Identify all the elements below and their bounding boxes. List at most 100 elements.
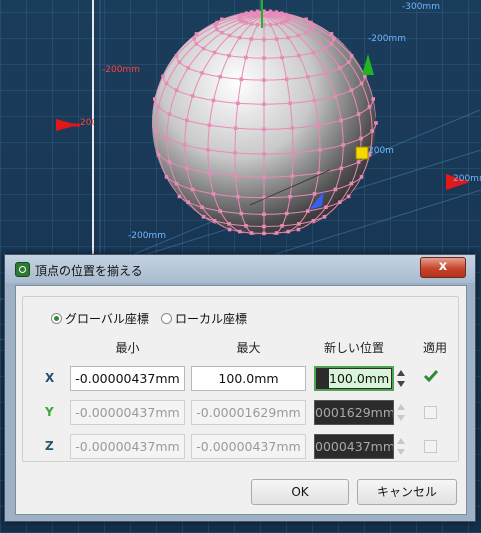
cancel-button[interactable]: キャンセル bbox=[357, 479, 457, 505]
ruler-label: -200mm bbox=[128, 231, 166, 241]
mesh-vertex bbox=[165, 136, 169, 141]
mesh-vertex bbox=[316, 123, 321, 127]
column-header-apply: 適用 bbox=[422, 341, 447, 355]
local-coordinates-radio[interactable]: ローカル座標 bbox=[161, 310, 247, 326]
mesh-vertex bbox=[156, 105, 161, 109]
mesh-vertex bbox=[322, 215, 327, 219]
mesh-vertex bbox=[338, 200, 342, 204]
mesh-vertex bbox=[297, 53, 301, 58]
mesh-vertex bbox=[156, 153, 161, 157]
mesh-vertex bbox=[274, 22, 279, 26]
mesh-vertex bbox=[174, 88, 179, 92]
mesh-vertex bbox=[306, 75, 310, 79]
transform-handle-icon[interactable] bbox=[355, 146, 369, 160]
mesh-vertex bbox=[185, 118, 189, 123]
mesh-vertex bbox=[183, 143, 187, 147]
mesh-vertex bbox=[236, 101, 240, 105]
x-axis-arrow-icon bbox=[56, 119, 78, 131]
mesh-vertex bbox=[310, 24, 315, 28]
mesh-vertex bbox=[374, 121, 378, 125]
mesh-vertex bbox=[201, 46, 206, 51]
mesh-vertex bbox=[322, 46, 327, 51]
mesh-vertex bbox=[244, 21, 249, 25]
new-position-x-value: 100.0mm bbox=[329, 369, 391, 388]
max-x-field[interactable]: 100.0mm bbox=[191, 366, 306, 391]
ruler-label: -200mm bbox=[368, 34, 406, 44]
ruler-label: 200mm bbox=[453, 174, 481, 184]
mesh-vertex bbox=[339, 118, 343, 123]
mesh-vertex bbox=[233, 174, 238, 178]
mesh-vertex bbox=[262, 212, 266, 217]
column-header-min: 最小 bbox=[115, 341, 140, 355]
mesh-vertex bbox=[213, 24, 218, 28]
mesh-vertex bbox=[312, 98, 317, 103]
mesh-vertex bbox=[297, 222, 301, 226]
mesh-vertex bbox=[332, 37, 336, 41]
mesh-vertex bbox=[286, 229, 291, 234]
local-coordinates-label: ローカル座標 bbox=[175, 311, 248, 326]
mesh-vertex bbox=[274, 231, 279, 235]
mesh-vertex bbox=[296, 227, 301, 232]
apply-x-checkbox[interactable] bbox=[423, 370, 439, 385]
mesh-vertex bbox=[274, 37, 279, 41]
mesh-vertex bbox=[215, 27, 219, 32]
mesh-vertex bbox=[164, 81, 169, 86]
mesh-vertex bbox=[274, 10, 279, 14]
coordinates-group: グローバル座標 ローカル座標 最小 最大 新しい位置 適用 X -0.00000… bbox=[22, 296, 459, 462]
mesh-vertex bbox=[262, 127, 266, 131]
mesh-vertex bbox=[284, 211, 289, 216]
mesh-vertex bbox=[194, 32, 199, 36]
max-z-field: -0.00000437mm bbox=[191, 434, 306, 459]
min-x-field[interactable]: -0.00000437mm bbox=[70, 366, 185, 391]
mesh-vertex bbox=[280, 224, 284, 228]
mesh-vertex bbox=[185, 166, 189, 171]
mesh-vertex bbox=[341, 143, 345, 147]
mesh-vertex bbox=[227, 33, 232, 38]
checkmark-icon bbox=[423, 370, 439, 383]
mesh-vertex bbox=[207, 171, 212, 175]
dialog-titlebar[interactable]: 頂点の位置を揃える x bbox=[5, 255, 475, 283]
mesh-vertex bbox=[280, 55, 284, 60]
mesh-vertex bbox=[290, 126, 295, 130]
mesh-vertex bbox=[262, 231, 266, 236]
mesh-vertex bbox=[240, 19, 245, 24]
close-button[interactable]: x bbox=[420, 257, 466, 278]
mesh-vertex bbox=[283, 12, 288, 17]
axis-label-z: Z bbox=[45, 439, 54, 453]
mesh-vertex bbox=[262, 78, 266, 82]
mesh-vertex bbox=[177, 194, 182, 199]
new-position-x-input[interactable]: 100.0mm bbox=[314, 366, 394, 391]
align-vertices-dialog: 頂点の位置を揃える x グローバル座標 ローカル座標 最小 最大 新しい位置 適… bbox=[4, 254, 476, 522]
mesh-vertex bbox=[262, 152, 266, 156]
ruler-label: 200mm bbox=[80, 118, 94, 128]
mesh-vertex bbox=[249, 37, 254, 41]
mesh-vertex bbox=[318, 148, 322, 152]
mesh-vertex bbox=[211, 192, 216, 196]
mesh-vertex bbox=[329, 32, 334, 36]
apply-y-checkbox[interactable] bbox=[424, 406, 437, 419]
mesh-vertex bbox=[239, 77, 244, 82]
ruler-label: -300mm bbox=[402, 2, 440, 12]
global-coordinates-radio[interactable]: グローバル座標 bbox=[51, 310, 149, 326]
mesh-vertex bbox=[367, 105, 372, 109]
mesh-vertex bbox=[268, 22, 273, 27]
mesh-vertex bbox=[304, 30, 308, 35]
y-gizmo-arrow-icon[interactable] bbox=[362, 54, 374, 75]
new-position-x-spinner[interactable] bbox=[395, 366, 409, 391]
mesh-vertex bbox=[363, 74, 367, 79]
mesh-vertex bbox=[356, 160, 361, 164]
ok-button[interactable]: OK bbox=[251, 479, 349, 505]
mesh-vertex bbox=[218, 209, 222, 213]
mesh-vertex bbox=[338, 66, 342, 70]
mesh-vertex bbox=[291, 151, 295, 155]
apply-z-checkbox[interactable] bbox=[424, 440, 437, 453]
new-position-y-spinner bbox=[395, 400, 409, 425]
mesh-vertex bbox=[262, 224, 266, 229]
mesh-vertex bbox=[212, 50, 217, 55]
mesh-vertex bbox=[304, 17, 308, 22]
mesh-vertex bbox=[186, 200, 190, 204]
radio-selected-icon bbox=[51, 312, 62, 324]
mesh-vertex bbox=[288, 194, 292, 199]
mesh-vertex bbox=[177, 60, 182, 64]
mesh-vertex bbox=[154, 129, 158, 133]
